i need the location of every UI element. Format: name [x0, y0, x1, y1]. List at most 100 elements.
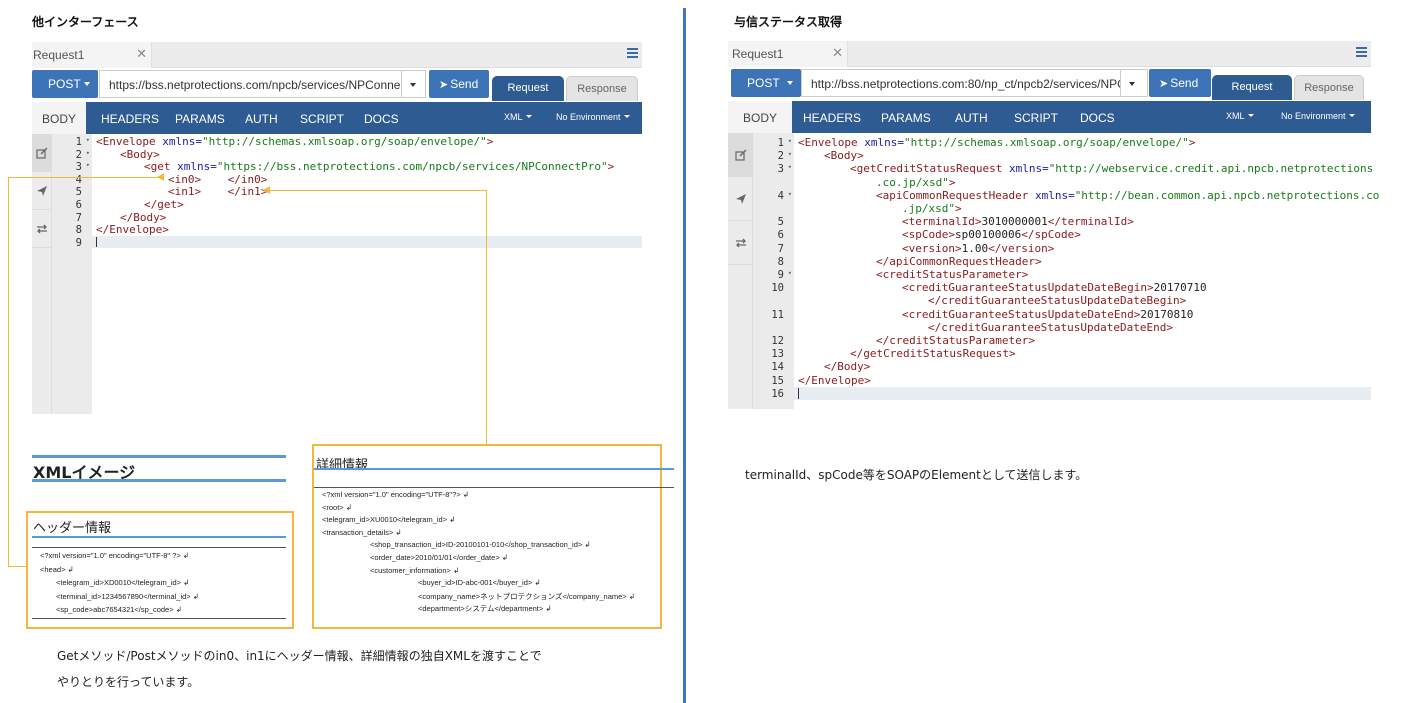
left-section-title: 他インターフェース	[32, 15, 139, 29]
code-token: >	[607, 160, 615, 174]
header-info-title: ヘッダー情報	[33, 521, 112, 536]
url-history-dropdown[interactable]	[402, 70, 426, 98]
nav-auth[interactable]: AUTH	[245, 102, 278, 134]
code-token: </getCreditStatusRequest>	[850, 347, 1016, 361]
nav-auth[interactable]: AUTH	[955, 101, 988, 133]
code-token: <in1>	[168, 185, 202, 199]
format-dropdown[interactable]: XML	[1226, 111, 1254, 121]
nav-body[interactable]: BODY	[32, 102, 86, 134]
line-number: 7	[75, 211, 82, 224]
code-line: .jp/xsd">	[902, 202, 1371, 215]
code-token: </in0>	[227, 172, 268, 186]
code-line: <creditGuaranteeStatusUpdateDateEnd>2017…	[902, 308, 1371, 321]
code-token: xmlns=	[1028, 188, 1075, 202]
fold-arrow-icon[interactable]: ▾	[86, 136, 90, 144]
nav-headers[interactable]: HEADERS	[803, 101, 861, 133]
send-button[interactable]: ➤ Send	[429, 70, 489, 98]
xml-line: <buyer_id>ID-abc-001</buyer_id> ↲	[418, 578, 541, 588]
code-token: <in0>	[168, 172, 202, 186]
environment-dropdown[interactable]: No Environment	[1281, 111, 1355, 121]
url-row: POST http://bss.netprotections.com:80/np…	[728, 69, 1371, 100]
close-tab-icon[interactable]: ✕	[136, 46, 147, 62]
text-cursor	[96, 236, 97, 248]
url-input[interactable]: http://bss.netprotections.com:80/np_ct/n…	[801, 69, 1121, 97]
nav-script[interactable]: SCRIPT	[1014, 101, 1058, 133]
nav-params[interactable]: PARAMS	[175, 102, 225, 134]
code-token: 20170710	[1153, 281, 1207, 295]
tab-response[interactable]: Response	[566, 76, 638, 101]
connector-line	[8, 177, 160, 178]
fold-arrow-icon[interactable]: ▾	[86, 149, 90, 157]
code-token: </terminalId>	[1047, 215, 1134, 229]
paper-plane-icon: ➤	[439, 79, 449, 91]
tab-response[interactable]: Response	[1294, 75, 1364, 100]
line-number: 2 ▾	[777, 150, 792, 163]
code-token: <creditGuaranteeStatusUpdateDateBegin>	[902, 281, 1154, 295]
code-token: </in1>	[227, 185, 268, 199]
code-line: <Body>	[824, 149, 1371, 162]
code-line: <Envelope xmlns="http://schemas.xmlsoap.…	[798, 136, 1371, 149]
code-token: xmlns=	[170, 160, 217, 174]
environment-dropdown[interactable]: No Environment	[556, 112, 630, 122]
rest-client-right: Request1 ✕ POST http://bss.netprotection…	[728, 41, 1379, 409]
hamburger-menu-icon[interactable]	[1356, 47, 1367, 59]
tab-request[interactable]: Request	[1212, 75, 1292, 100]
line-number: 1 ▾	[777, 137, 792, 149]
document-rule	[32, 547, 286, 548]
close-tab-icon[interactable]: ✕	[832, 45, 843, 61]
url-history-dropdown[interactable]	[1121, 69, 1148, 97]
xml-line: <order_date>2010/01/01</order_date> ↲	[370, 553, 509, 562]
format-dropdown[interactable]: XML	[504, 112, 532, 122]
method-dropdown[interactable]: POST	[731, 69, 801, 97]
nav-docs[interactable]: DOCS	[364, 102, 399, 134]
nav-headers[interactable]: HEADERS	[101, 102, 159, 134]
edit-icon[interactable]	[728, 133, 753, 177]
code-token: </Envelope>	[96, 223, 169, 237]
fold-arrow-icon[interactable]: ▾	[788, 163, 792, 171]
paper-plane-icon[interactable]	[728, 177, 753, 221]
code-token: </creditGuaranteeStatusUpdateDateEnd>	[928, 320, 1174, 334]
method-dropdown[interactable]: POST	[32, 70, 98, 98]
code-line: </Envelope>	[96, 223, 642, 236]
code-token: "http://bean.common.api.npcb.netprotecti…	[1074, 188, 1380, 202]
code-editor[interactable]: 1 ▾ <Envelope xmlns="http://schemas.xmlsoa…	[728, 133, 1379, 409]
nav-params[interactable]: PARAMS	[881, 101, 931, 133]
line-number: 8	[75, 224, 82, 237]
code-token: 20170810	[1140, 307, 1194, 321]
url-input[interactable]: https://bss.netprotections.com/npcb/serv…	[99, 70, 402, 98]
code-token: >	[486, 135, 494, 148]
edit-icon[interactable]	[32, 134, 52, 172]
code-line: .co.jp/xsd">	[876, 176, 1371, 189]
code-line: </creditStatusParameter>	[876, 334, 1371, 347]
xml-line: <?xml version="1.0" encoding="UTF-8"?> ↲	[322, 490, 470, 499]
request-navbar: BODY HEADERS PARAMS AUTH SCRIPT DOCS XML…	[728, 101, 1371, 133]
nav-body[interactable]: BODY	[728, 101, 792, 133]
line-number: 5	[777, 216, 784, 229]
swap-icon[interactable]	[728, 221, 753, 265]
send-button[interactable]: ➤ Send	[1149, 69, 1211, 97]
fold-arrow-icon[interactable]: ▾	[86, 161, 90, 169]
swap-icon[interactable]	[32, 210, 52, 248]
heading-rule	[32, 455, 286, 458]
code-editor[interactable]: 1 ▾ <Envelope xmlns="http://schemas.xmlsoa…	[32, 134, 642, 414]
paper-plane-icon: ➤	[1159, 78, 1169, 90]
environment-label: No Environment	[1281, 111, 1346, 121]
code-token: xmlns=	[1002, 162, 1049, 176]
request-tab[interactable]: Request1 ✕	[32, 42, 152, 68]
fold-arrow-icon[interactable]: ▾	[788, 190, 792, 198]
code-token: "http://schemas.xmlsoap.org/soap/envelop…	[903, 136, 1189, 149]
request-tab[interactable]: Request1 ✕	[728, 41, 848, 67]
editor-sidebar	[728, 133, 753, 409]
line-number: 13	[771, 348, 784, 361]
nav-script[interactable]: SCRIPT	[300, 102, 344, 134]
nav-docs[interactable]: DOCS	[1080, 101, 1115, 133]
line-number: 10	[771, 282, 784, 295]
hamburger-menu-icon[interactable]	[627, 48, 638, 60]
code-line: <Envelope xmlns="http://schemas.xmlsoap.…	[96, 135, 642, 148]
tab-request[interactable]: Request	[492, 76, 564, 101]
code-token: xmlns=	[155, 135, 202, 148]
fold-arrow-icon[interactable]: ▾	[788, 137, 792, 145]
fold-arrow-icon[interactable]: ▾	[788, 269, 792, 277]
code-line: <creditGuaranteeStatusUpdateDateBegin>20…	[902, 281, 1371, 294]
fold-arrow-icon[interactable]: ▾	[788, 150, 792, 158]
